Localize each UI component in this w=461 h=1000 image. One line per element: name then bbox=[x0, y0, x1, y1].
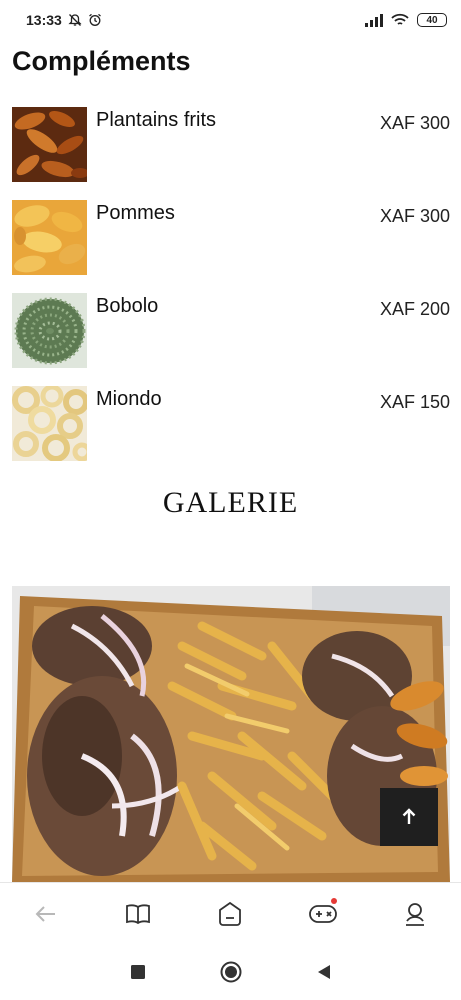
wifi-icon bbox=[391, 13, 409, 25]
gallery-title: GALERIE bbox=[162, 486, 299, 519]
item-name: Miondo bbox=[96, 388, 162, 410]
item-price: XAF 200 bbox=[379, 299, 450, 319]
item-name: Plantains frits bbox=[96, 109, 217, 131]
notification-dot bbox=[330, 897, 337, 904]
item-price: XAF 150 bbox=[379, 392, 450, 412]
alarm-icon bbox=[88, 13, 101, 26]
pommes-thumbnail bbox=[12, 200, 87, 275]
home-icon bbox=[219, 901, 242, 926]
profile-icon bbox=[405, 902, 424, 926]
signal-icon bbox=[365, 13, 383, 27]
section-title: Compléments bbox=[12, 46, 191, 76]
back-triangle-icon[interactable] bbox=[316, 964, 332, 980]
arrow-up-icon bbox=[402, 808, 416, 824]
recents-square-icon[interactable] bbox=[130, 964, 146, 980]
menu-item-bobolo[interactable]: Bobolo XAF 200 bbox=[12, 293, 450, 369]
bell-off-icon bbox=[68, 14, 82, 26]
profile-button[interactable] bbox=[393, 892, 437, 936]
item-price: XAF 300 bbox=[379, 206, 450, 226]
scroll-top-button[interactable] bbox=[380, 788, 438, 846]
back-button[interactable] bbox=[24, 892, 68, 936]
menu-item-plantains[interactable]: Plantains frits XAF 300 bbox=[12, 107, 450, 183]
item-name: Pommes bbox=[96, 202, 175, 224]
miondo-thumbnail bbox=[12, 386, 87, 461]
book-icon bbox=[126, 903, 151, 924]
item-price: XAF 300 bbox=[379, 113, 450, 133]
item-name: Bobolo bbox=[96, 295, 159, 317]
back-arrow-icon bbox=[35, 905, 56, 922]
status-bar: 13:33 40 bbox=[0, 0, 461, 40]
status-time: 13:33 bbox=[26, 12, 62, 28]
menu-item-miondo[interactable]: Miondo XAF 150 bbox=[12, 386, 450, 462]
system-nav bbox=[0, 944, 461, 1000]
home-circle-icon[interactable] bbox=[220, 961, 242, 983]
battery-icon: 40 bbox=[417, 13, 447, 27]
home-button[interactable] bbox=[208, 892, 252, 936]
menu-item-pommes[interactable]: Pommes XAF 300 bbox=[12, 200, 450, 276]
gamepad-icon bbox=[308, 904, 337, 923]
plantains-thumbnail bbox=[12, 107, 87, 182]
bookmarks-button[interactable] bbox=[116, 892, 160, 936]
bottom-nav bbox=[0, 882, 461, 944]
bobolo-thumbnail bbox=[12, 293, 87, 368]
games-button[interactable] bbox=[301, 892, 345, 936]
